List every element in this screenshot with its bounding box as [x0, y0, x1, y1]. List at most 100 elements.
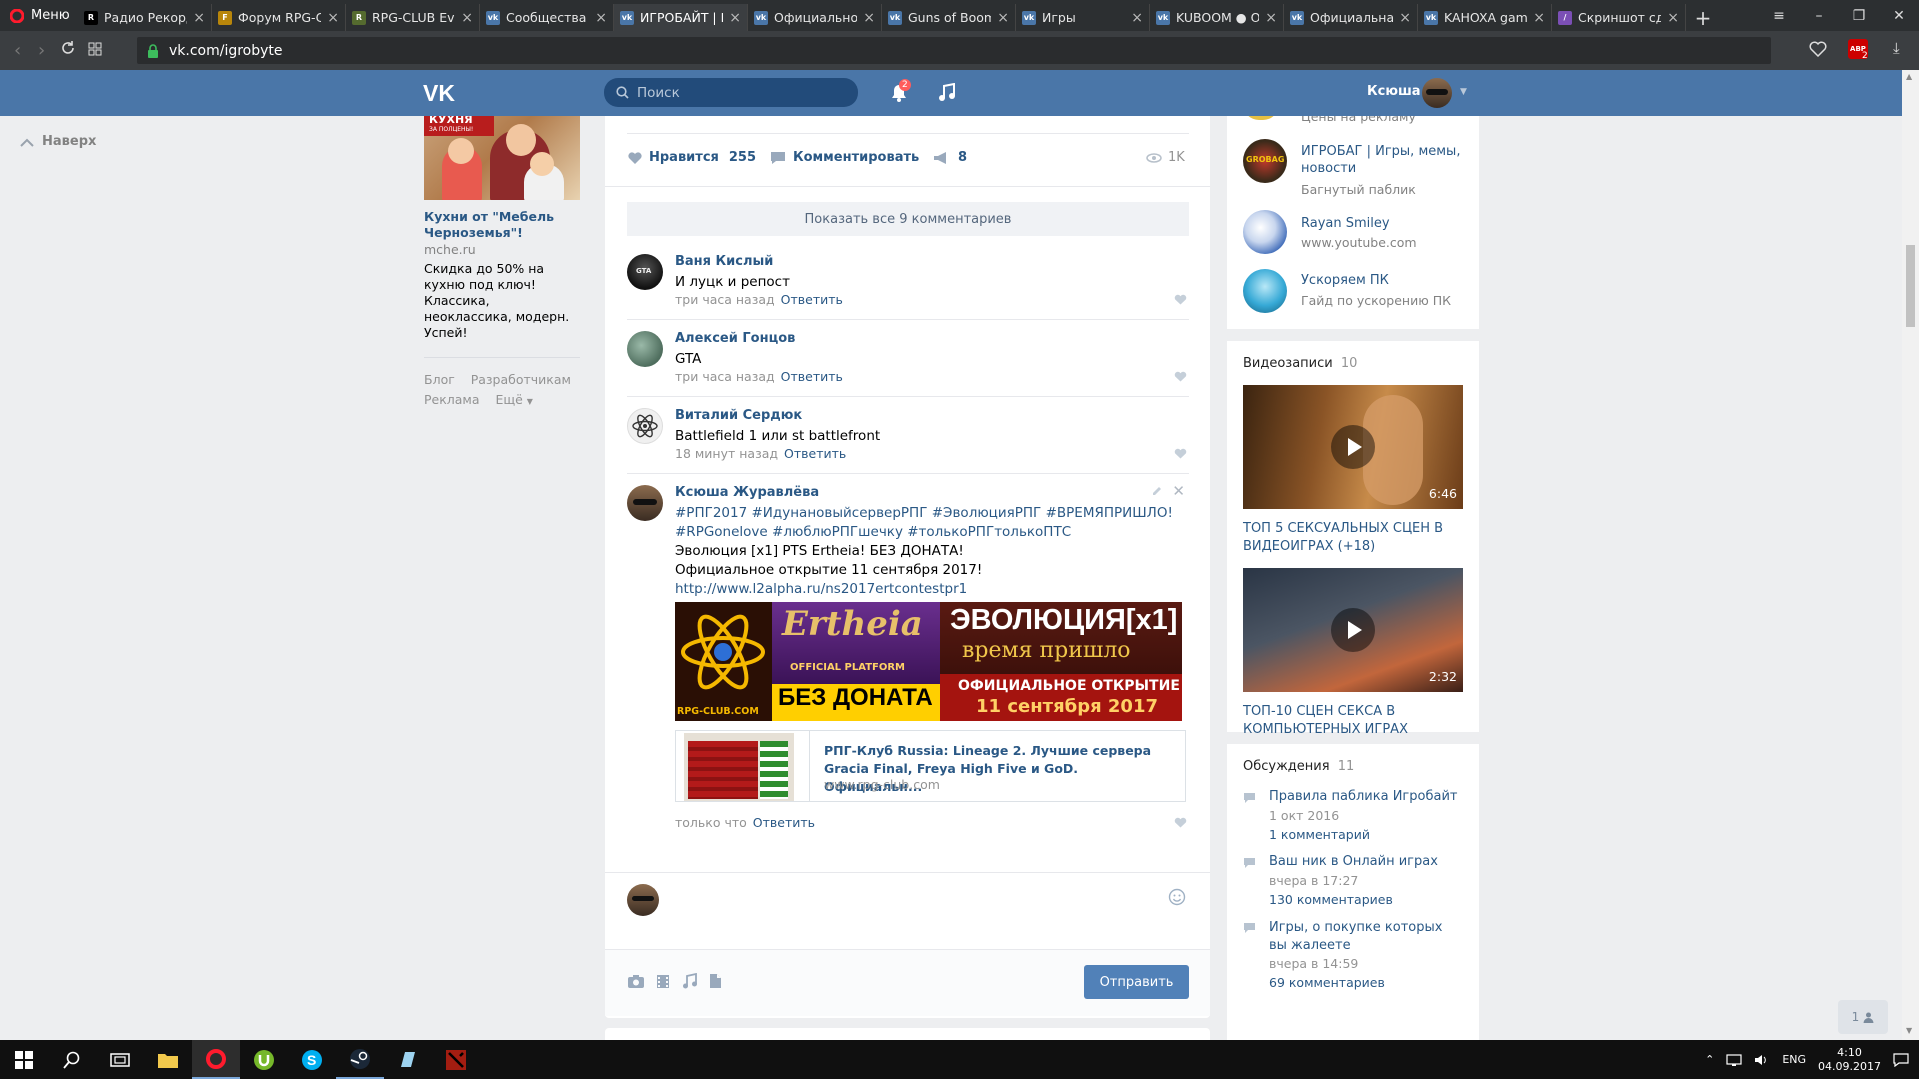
discussion-title[interactable]: Правила паблика Игробайт: [1269, 789, 1469, 804]
footer-link-more[interactable]: Ещё: [495, 392, 522, 407]
close-tab-icon[interactable]: ×: [863, 10, 875, 26]
heart-icon[interactable]: [1174, 294, 1187, 305]
action-center-icon[interactable]: [1893, 1052, 1909, 1067]
browser-tab[interactable]: vk Игры ×: [1016, 4, 1150, 31]
group-avatar[interactable]: [1243, 116, 1279, 120]
discussion-comments-link[interactable]: 1 комментарий: [1269, 827, 1370, 842]
language-indicator[interactable]: ENG: [1782, 1053, 1806, 1066]
network-icon[interactable]: [1726, 1053, 1742, 1066]
send-button[interactable]: Отправить: [1084, 965, 1189, 999]
commenter-avatar[interactable]: GTA: [627, 254, 663, 290]
ad-domain[interactable]: mche.ru: [424, 241, 580, 258]
close-tab-icon[interactable]: ×: [1667, 10, 1679, 26]
close-window-button[interactable]: ✕: [1879, 8, 1919, 24]
scrollbar-thumb[interactable]: [1906, 245, 1915, 327]
search-taskbar-icon[interactable]: [48, 1040, 96, 1079]
reload-icon[interactable]: [60, 40, 76, 56]
new-tab-button[interactable]: +: [1686, 4, 1720, 31]
music-attach-icon[interactable]: [682, 973, 698, 989]
group-name[interactable]: Rayan Smiley: [1301, 216, 1390, 231]
footer-link-developers[interactable]: Разработчикам: [471, 372, 571, 387]
windows-start-icon[interactable]: [0, 1040, 48, 1079]
comment-banner-image[interactable]: RPG-CLUB.COM Ertheia OFFICIAL PLATFORM Б…: [675, 602, 1182, 721]
heart-icon[interactable]: [1174, 371, 1187, 382]
close-tab-icon[interactable]: ×: [1265, 10, 1277, 26]
commenter-name[interactable]: Алексей Гонцов: [675, 331, 795, 346]
show-all-comments-button[interactable]: Показать все 9 комментариев: [627, 202, 1189, 236]
browser-tab[interactable]: vk KAHOXA game ×: [1418, 4, 1552, 31]
heart-icon[interactable]: [1174, 448, 1187, 459]
heart-icon[interactable]: [1174, 817, 1187, 828]
chevron-down-icon[interactable]: ▼: [1460, 87, 1467, 97]
footer-link-ads[interactable]: Реклама: [424, 392, 480, 407]
document-icon[interactable]: [709, 973, 722, 989]
commenter-avatar[interactable]: [627, 408, 663, 444]
like-button[interactable]: Нравится 255: [627, 150, 756, 165]
discussions-header[interactable]: Обсуждения 11: [1243, 759, 1354, 774]
user-avatar[interactable]: [1422, 78, 1452, 108]
close-tab-icon[interactable]: ×: [1131, 10, 1143, 26]
video-title[interactable]: ТОП 5 СЕКСУАЛЬНЫХ СЦЕН В ВИДЕОИГРАХ (+18…: [1243, 520, 1463, 556]
browser-tab[interactable]: / Скриншот сде ×: [1552, 4, 1686, 31]
videos-header[interactable]: Видеозаписи 10: [1243, 356, 1357, 371]
scroll-to-top-link[interactable]: Наверх: [20, 134, 96, 149]
steam-icon[interactable]: [336, 1040, 384, 1079]
minimize-button[interactable]: –: [1799, 8, 1839, 24]
page-scrollbar[interactable]: ▲ ▼: [1902, 70, 1919, 1040]
browser-tab[interactable]: vk Guns of Boom ×: [882, 4, 1016, 31]
user-name[interactable]: Ксюша: [1367, 84, 1421, 99]
reply-link[interactable]: Ответить: [784, 446, 846, 461]
comment-button[interactable]: Комментировать: [770, 150, 919, 165]
video-title[interactable]: ТОП-10 СЦЕН СЕКСА В КОМПЬЮТЕРНЫХ ИГРАХ: [1243, 703, 1463, 739]
browser-tab[interactable]: vk KUBOOM ● Оф ×: [1150, 4, 1284, 31]
group-avatar[interactable]: [1243, 269, 1287, 313]
speed-dial-icon[interactable]: [88, 42, 102, 56]
chat-bar-button[interactable]: 1: [1838, 1000, 1888, 1034]
dota-icon[interactable]: [432, 1040, 480, 1079]
video-thumbnail[interactable]: 6:46: [1243, 385, 1463, 509]
tab-menu-icon[interactable]: ≡: [1759, 8, 1799, 24]
hashtags-line-1[interactable]: #РПГ2017 #ИдунановыйсерверРПГ #ЭволюцияР…: [675, 504, 1190, 523]
close-tab-icon[interactable]: ×: [193, 10, 205, 26]
hashtags-line-2[interactable]: #RPGonelove #люблюРПГшечку #толькоРПГтол…: [675, 523, 1190, 542]
commenter-avatar[interactable]: [627, 331, 663, 367]
scroll-down-arrow-icon[interactable]: ▼: [1906, 1026, 1912, 1035]
opera-taskbar-icon[interactable]: [192, 1040, 240, 1079]
browser-tab[interactable]: vk Сообщества К ×: [480, 4, 614, 31]
forward-icon[interactable]: ›: [38, 40, 45, 61]
address-field[interactable]: vk.com/igrobyte: [137, 37, 1771, 64]
browser-tab[interactable]: vk ИГРОБАЙТ | И ×: [614, 4, 748, 31]
clock[interactable]: 4:10 04.09.2017: [1818, 1046, 1881, 1074]
link-snippet[interactable]: РПГ-Клуб Russia: Lineage 2. Лучшие серве…: [675, 730, 1186, 802]
delete-x-icon[interactable]: ✕: [1172, 482, 1185, 500]
browser-tab[interactable]: R RPG-CLUB Events ×: [346, 4, 480, 31]
browser-tab[interactable]: vk Официальная ×: [1284, 4, 1418, 31]
share-button[interactable]: 8: [933, 150, 967, 165]
browser-tab[interactable]: R Радио Рекорд | ×: [78, 4, 212, 31]
camera-icon[interactable]: [627, 974, 645, 989]
discussion-comments-link[interactable]: 69 комментариев: [1269, 975, 1385, 990]
reply-link[interactable]: Ответить: [753, 815, 815, 830]
video-film-icon[interactable]: [656, 974, 670, 989]
download-icon[interactable]: ⤓: [1893, 39, 1900, 57]
music-note-icon[interactable]: [938, 83, 956, 103]
utorrent-icon[interactable]: [240, 1040, 288, 1079]
group-avatar[interactable]: [1243, 210, 1287, 254]
emoji-smile-icon[interactable]: [1168, 888, 1186, 906]
group-name[interactable]: Ускоряем ПК: [1301, 273, 1389, 288]
restore-button[interactable]: ❐: [1839, 8, 1879, 24]
commenter-name[interactable]: Ваня Кислый: [675, 254, 773, 269]
group-name[interactable]: ИГРОБАГ | Игры, мемы, новости: [1301, 143, 1471, 177]
reply-link[interactable]: Ответить: [781, 292, 843, 307]
ad-title[interactable]: Кухни от "Мебель Черноземья"!: [424, 209, 580, 241]
footer-link-blog[interactable]: Блог: [424, 372, 455, 387]
commenter-avatar[interactable]: [627, 485, 663, 521]
browser-tab[interactable]: vk Официальное ×: [748, 4, 882, 31]
close-tab-icon[interactable]: ×: [595, 10, 607, 26]
reply-link[interactable]: Ответить: [781, 369, 843, 384]
close-tab-icon[interactable]: ×: [1533, 10, 1545, 26]
discussion-title[interactable]: Ваш ник в Онлайн играх: [1269, 854, 1469, 869]
close-tab-icon[interactable]: ×: [327, 10, 339, 26]
browser-tab[interactable]: F Форум RPG-CLUB ×: [212, 4, 346, 31]
task-view-icon[interactable]: [96, 1040, 144, 1079]
